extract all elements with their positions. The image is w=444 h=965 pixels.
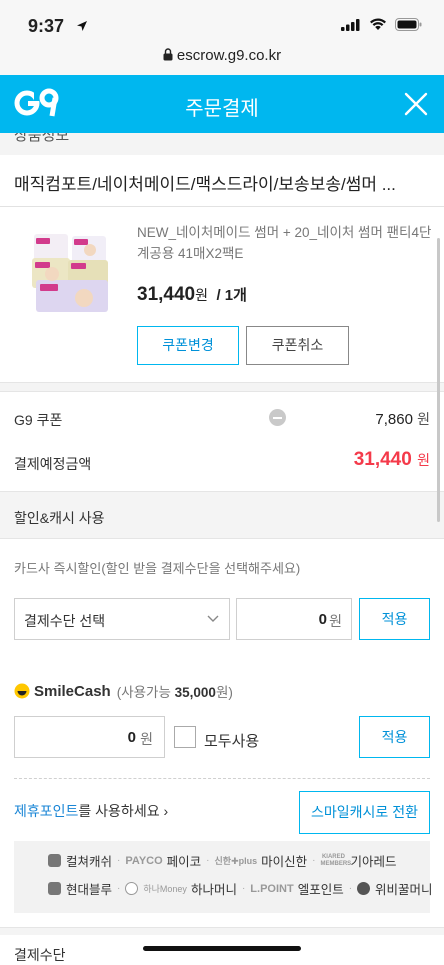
total-value: 31,440 xyxy=(353,449,412,470)
partner-hyundai: 현대블루 xyxy=(66,883,113,897)
minus-icon xyxy=(269,409,286,426)
hana-logo: 하나Money xyxy=(143,884,187,894)
page-title: 주문결제 xyxy=(185,98,259,120)
cutoff-section-label: 상품정보 xyxy=(0,133,444,155)
status-icons xyxy=(341,18,422,31)
convert-to-smilecash-button[interactable]: 스마일캐시로 전환 xyxy=(299,791,430,834)
partner-payco: 페이코 xyxy=(166,855,202,869)
chevron-down-icon xyxy=(207,615,219,622)
price-line: 31,440원 / 1개 xyxy=(137,284,247,306)
url-text: escrow.g9.co.kr xyxy=(176,47,282,64)
cancel-coupon-button[interactable]: 쿠폰취소 xyxy=(246,326,349,365)
scrollbar[interactable] xyxy=(437,238,440,522)
lock-icon xyxy=(163,48,173,61)
signal-icon xyxy=(341,18,360,31)
section-gap xyxy=(0,382,444,392)
kiared-logo: KIARED MEMBERS xyxy=(320,853,352,867)
discount-section-title: 할인&캐시 사용 xyxy=(14,510,105,526)
change-coupon-button[interactable]: 쿠폰변경 xyxy=(137,326,239,365)
lpoint-logo: L.POINT xyxy=(250,882,294,895)
payment-method-select[interactable]: 결제수단 선택 xyxy=(14,598,230,640)
partner-culture: 컬쳐캐쉬 xyxy=(66,855,113,869)
home-indicator xyxy=(143,946,301,951)
price-unit: 원 xyxy=(195,287,209,303)
payco-logo: PAYCO xyxy=(125,854,163,867)
smile-cash-apply-button[interactable]: 적용 xyxy=(359,716,430,758)
hyundai-icon xyxy=(48,882,61,895)
partner-link-blue: 제휴포인트 xyxy=(14,803,79,819)
available-suffix: 원) xyxy=(215,685,233,700)
card-discount-amount: 0 xyxy=(318,611,327,628)
battery-icon xyxy=(395,18,422,31)
partner-wibee: 위비꿀머니 xyxy=(375,883,433,897)
separator-dot: · xyxy=(348,883,353,894)
product-price: 31,440 xyxy=(137,284,196,305)
product-title: 매직컴포트/네이처메이드/맥스드라이/보송보송/썸머 ... xyxy=(14,175,396,194)
total-label: 결제예정금액 xyxy=(14,456,92,472)
hana-icon xyxy=(125,882,139,895)
option-name: NEW_네이처메이드 썸머 + 20_네이처 썸머 팬티4단계공용 41매X2팩… xyxy=(137,225,432,261)
dashed-divider xyxy=(14,778,430,779)
partner-points-link[interactable]: 제휴포인트를 사용하세요 › xyxy=(14,801,168,821)
coupon-label: G9 쿠폰 xyxy=(14,412,63,428)
status-time: 9:37 xyxy=(28,16,65,36)
separator-dot: · xyxy=(312,855,316,866)
card-discount-hint: 카드사 즉시할인(할인 받을 결제수단을 선택해주세요) xyxy=(14,561,301,576)
card-discount-amount-input[interactable]: 0 원 xyxy=(236,598,352,640)
discount-section-header: 할인&캐시 사용 xyxy=(0,491,444,539)
partner-list: 컬쳐캐쉬 · PAYCO 페이코 · 신한✚plus 마이신한 · KIARED… xyxy=(14,841,433,913)
partner-row-2: 현대블루 · 하나Money 하나머니 · L.POINT 엘포인트 · 위비꿀… xyxy=(48,879,433,898)
culture-cash-icon xyxy=(48,854,61,867)
available-prefix: (사용가능 xyxy=(116,685,175,700)
header: 주문결제 xyxy=(0,75,444,133)
payment-method-title: 결제수단 xyxy=(14,947,66,963)
section-gap xyxy=(0,927,444,935)
location-arrow-icon xyxy=(77,21,87,31)
coupon-value-row: 7,860 원 xyxy=(375,409,430,429)
card-discount-unit: 원 xyxy=(329,613,342,629)
wibee-icon xyxy=(357,882,371,895)
partner-hana: 하나머니 xyxy=(190,883,237,897)
partner-kiared: 기아레드 xyxy=(350,855,397,869)
select-placeholder: 결제수단 선택 xyxy=(24,613,106,629)
partner-shinhan: 마이신한 xyxy=(261,855,308,869)
total-value-row: 31,440 원 xyxy=(354,449,430,471)
total-unit: 원 xyxy=(417,452,430,468)
separator-dot: · xyxy=(241,883,246,894)
smile-cash-icon xyxy=(14,683,30,699)
separator-dot: · xyxy=(117,883,121,894)
product-image xyxy=(32,234,108,312)
divider xyxy=(0,206,444,207)
separator-dot: · xyxy=(206,855,210,866)
coupon-unit: 원 xyxy=(417,411,430,427)
partner-row-1: 컬쳐캐쉬 · PAYCO 페이코 · 신한✚plus 마이신한 · KIARED… xyxy=(48,851,397,870)
smile-cash-amount: 0 xyxy=(127,729,136,746)
available-amount: 35,000 xyxy=(174,685,216,700)
smile-cash-unit: 원 xyxy=(140,731,153,747)
smile-cash-available: (사용가능 35,000원) xyxy=(117,681,233,701)
status-bar: 9:37 xyxy=(0,0,444,44)
url-bar[interactable]: escrow.g9.co.kr xyxy=(0,44,444,75)
separator-dot: · xyxy=(117,855,121,866)
smile-cash-amount-input[interactable]: 0 원 xyxy=(14,716,165,758)
card-discount-apply-button[interactable]: 적용 xyxy=(359,598,430,640)
close-icon[interactable] xyxy=(402,90,430,118)
cutoff-text: 상품정보 xyxy=(14,133,70,144)
shinhan-logo: 신한✚plus xyxy=(214,856,258,866)
partner-link-rest: 를 사용하세요 › xyxy=(78,803,169,819)
use-all-label[interactable]: 모두사용 xyxy=(204,730,259,751)
smile-cash-row: SmileCash (사용가능 35,000원) xyxy=(14,681,233,701)
use-all-checkbox[interactable] xyxy=(174,726,196,748)
partner-lpoint: 엘포인트 xyxy=(297,883,344,897)
smile-cash-logo: SmileCash xyxy=(34,682,111,700)
wifi-icon xyxy=(370,18,386,30)
quantity: / 1개 xyxy=(216,287,247,304)
coupon-value: 7,860 xyxy=(375,411,413,428)
